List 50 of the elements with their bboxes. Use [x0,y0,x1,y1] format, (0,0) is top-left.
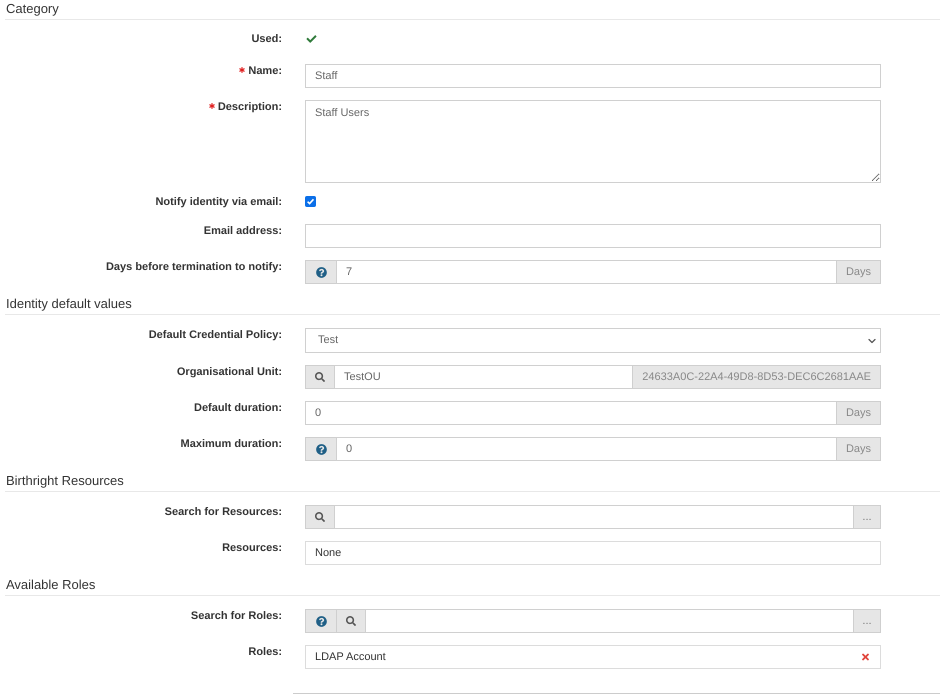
help-icon [316,616,326,626]
field-label: Notify identity via email: [155,195,282,209]
field-label: Name: [248,64,282,78]
field-label: Used: [251,32,282,46]
field-label: Maximum duration: [180,437,282,451]
browse-button[interactable]: ... [853,609,881,633]
search-button[interactable] [305,365,335,389]
empty-message: None [315,546,342,561]
input-suffix: Days [836,260,881,284]
section-title: Birthright Resources [5,473,125,489]
field-label: Email address: [204,224,282,238]
checkbox[interactable] [305,196,316,207]
field-label: Search for Roles: [190,609,282,623]
textarea-field[interactable]: Staff Users [305,100,881,183]
field-label: Default duration: [194,401,282,415]
field-label: Description: [218,100,282,114]
search-icon [315,512,325,522]
select-field[interactable]: Test [305,328,881,353]
search-icon [315,372,325,382]
text-field[interactable]: 0 [336,437,837,461]
search-icon [346,616,356,626]
input-suffix: Days [836,401,881,425]
list-item: LDAP Account [315,650,386,665]
help-button[interactable] [305,609,337,633]
text-field[interactable] [305,224,881,248]
browse-button[interactable]: ... [853,505,881,529]
section-title: Category [5,1,60,17]
search-button[interactable] [305,505,335,529]
help-icon [316,266,326,278]
input-suffix: 24633A0C-22A4-49D8-8D53-DEC6C2681AAE [632,365,881,389]
field-label: Search for Resources: [164,505,282,519]
help-button[interactable] [305,260,337,284]
input-suffix: Days [836,437,881,461]
field-label: Default Credential Policy: [148,328,282,342]
text-field[interactable]: Staff [305,64,881,88]
text-field[interactable]: TestOU [334,365,634,389]
help-button[interactable] [305,437,337,461]
section-title: Identity default values [5,296,133,312]
text-field[interactable] [365,609,854,633]
field-label: Resources: [222,541,282,555]
search-button[interactable] [336,609,366,633]
field-label: Days before termination to notify: [106,260,282,274]
text-field[interactable] [334,505,854,529]
text-field[interactable]: 0 [305,401,837,425]
field-label: Roles: [248,645,282,659]
section-title: Available Roles [5,577,96,593]
remove-icon[interactable] [861,652,870,662]
help-icon [316,444,326,454]
text-field[interactable]: 7 [336,260,837,284]
field-label: Organisational Unit: [176,365,282,379]
